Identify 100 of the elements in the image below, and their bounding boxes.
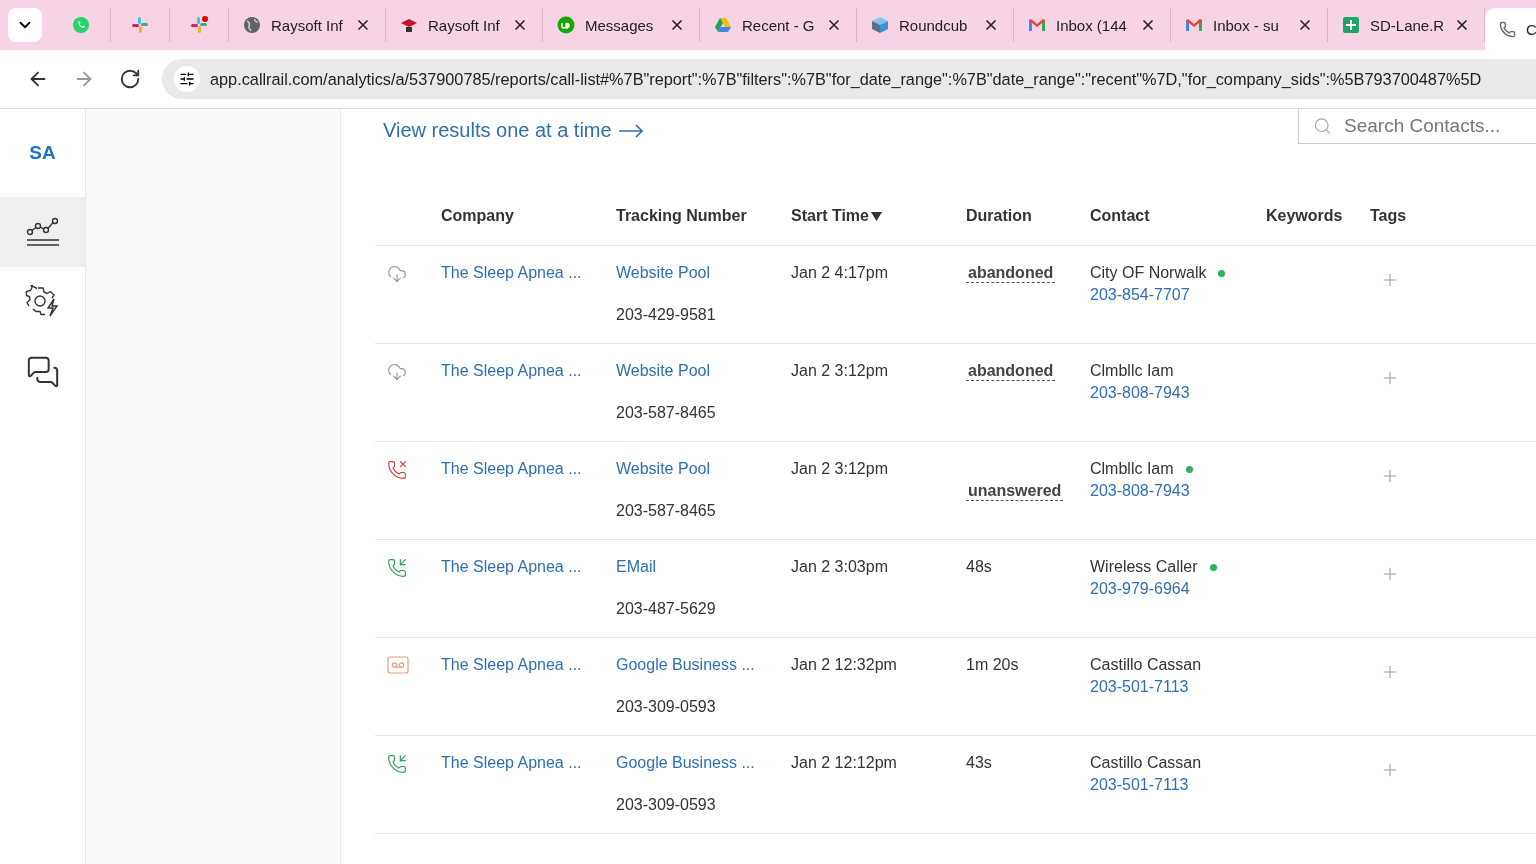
globe-icon: [243, 16, 261, 34]
missed-call-icon: [387, 460, 407, 480]
search-field[interactable]: Search Contacts...: [1342, 114, 1536, 138]
view-results-link[interactable]: View results one at a time: [383, 119, 644, 142]
cloud-download-icon: [387, 264, 407, 284]
column-header[interactable]: Contact: [1090, 207, 1150, 225]
start-time: Jan 2 3:03pm: [791, 558, 888, 576]
sort-down-icon: [870, 211, 882, 221]
tab-title: Recent - G: [742, 16, 816, 34]
close-icon[interactable]: [669, 17, 685, 33]
start-time: Jan 2 12:12pm: [791, 754, 897, 772]
close-icon[interactable]: [1454, 17, 1470, 33]
tab-title: Raysoft Inf: [271, 16, 344, 34]
browser-tab[interactable]: Raysoft Inf: [386, 8, 543, 42]
cloud-download-icon: [387, 362, 407, 382]
tab-search-button[interactable]: [8, 8, 42, 42]
tracking-number: 203-309-0593: [616, 698, 716, 716]
contact-name: Wireless Caller: [1090, 558, 1198, 576]
column-header[interactable]: Company: [441, 207, 514, 225]
tab-title: C: [1526, 20, 1536, 38]
column-header[interactable]: Start Time: [791, 207, 882, 225]
tab-title: SD-Lane.R: [1370, 16, 1444, 34]
cap-icon: [400, 16, 418, 34]
duration: 43s: [966, 754, 992, 772]
voicemail-icon: [387, 656, 409, 674]
gear-bolt-icon: [24, 285, 61, 319]
contact-name: Castillo Cassan: [1090, 656, 1202, 674]
chat-icon: [25, 355, 60, 389]
source-link[interactable]: Website Pool: [616, 362, 710, 380]
start-time: Jan 2 3:12pm: [791, 460, 888, 478]
source-link[interactable]: Website Pool: [616, 264, 710, 282]
tab-title: Inbox - su: [1213, 16, 1280, 34]
close-icon[interactable]: [826, 17, 842, 33]
browser-tab[interactable]: Messages: [543, 8, 700, 42]
duration: 48s: [966, 558, 992, 576]
address-bar[interactable]: app.callrail.com/analytics/a/537900785/reports/call-list#%7B"report":%7B"filters":%7B"for_date_range":%7B"date_range":"recent"%7D,"for_company_sids":%5B793700487%5D: [162, 59, 1536, 99]
triangle-logo-icon: [714, 16, 732, 34]
column-header[interactable]: Tracking Number: [616, 207, 747, 225]
contact-name: Clmbllc Iam: [1090, 460, 1174, 478]
column-header[interactable]: Keywords: [1266, 207, 1343, 225]
company-link[interactable]: The Sleep Apnea ...: [441, 460, 582, 478]
call-status: abandoned: [966, 264, 1056, 283]
contact-name: Clmbllc Iam: [1090, 362, 1174, 380]
company-link[interactable]: The Sleep Apnea ...: [441, 558, 582, 576]
browser-tab[interactable]: Inbox (144: [1014, 8, 1171, 42]
contact-phone-link[interactable]: 203-979-6964: [1090, 580, 1190, 598]
pinwheel-icon: [131, 16, 149, 34]
contact-phone-link[interactable]: 203-808-7943: [1090, 384, 1190, 402]
close-icon[interactable]: [512, 17, 528, 33]
site-settings-icon[interactable]: [174, 66, 200, 92]
close-icon[interactable]: [355, 17, 371, 33]
start-time: Jan 2 4:17pm: [791, 264, 888, 282]
chat-bubble-icon: [72, 16, 90, 34]
column-header[interactable]: Duration: [966, 207, 1032, 225]
browser-tab[interactable]: C: [1485, 8, 1536, 50]
incoming-call-icon: [387, 754, 407, 774]
contact-phone-link[interactable]: 203-501-7113: [1090, 678, 1189, 696]
contact-phone-link[interactable]: 203-854-7707: [1090, 286, 1190, 304]
close-icon[interactable]: [983, 17, 999, 33]
close-icon[interactable]: [1297, 17, 1313, 33]
tracking-number: 203-429-9581: [616, 306, 716, 324]
tracking-number: 203-487-5629: [616, 600, 716, 618]
pinwheel-icon: [190, 16, 208, 34]
contact-phone-link[interactable]: 203-501-7113: [1090, 776, 1189, 794]
duration: 1m 20s: [966, 656, 1019, 674]
source-link[interactable]: Website Pool: [616, 460, 710, 478]
browser-tab[interactable]: SD-Lane.R: [1328, 8, 1485, 42]
browser-tab[interactable]: Inbox - su: [1171, 8, 1328, 42]
contact-name: Castillo Cassan: [1090, 754, 1202, 772]
close-icon[interactable]: [1140, 17, 1156, 33]
phone-icon: [1499, 20, 1516, 38]
spreadsheet-icon: [1342, 16, 1360, 34]
url-text: app.callrail.com/analytics/a/537900785/reports/call-list#%7B"report":%7B"filters":%7B"for_date_range":%7B"date_range":"recent"%7D,"for_company_sids":%5B793700487%5D: [210, 69, 1482, 89]
contact-phone-link[interactable]: 203-808-7943: [1090, 482, 1190, 500]
circle-logo-icon: [557, 16, 575, 34]
arrow-right-icon: [617, 123, 644, 138]
browser-tab[interactable]: Recent - G: [700, 8, 857, 42]
company-link[interactable]: The Sleep Apnea ...: [441, 362, 582, 380]
source-link[interactable]: EMail: [616, 558, 656, 576]
source-link[interactable]: Google Business ...: [616, 754, 755, 772]
company-link[interactable]: The Sleep Apnea ...: [441, 754, 582, 772]
company-link[interactable]: The Sleep Apnea ...: [441, 264, 582, 282]
browser-tab[interactable]: Roundcub: [857, 8, 1014, 42]
column-header[interactable]: Tags: [1370, 207, 1407, 225]
source-link[interactable]: Google Business ...: [616, 656, 755, 674]
mail-icon: [1185, 16, 1203, 34]
search-icon: [1313, 116, 1332, 136]
tracking-number: 203-587-8465: [616, 502, 716, 520]
incoming-call-icon: [387, 558, 407, 578]
tracking-number: 203-587-8465: [616, 404, 716, 422]
nav-item[interactable]: [0, 197, 85, 267]
tab-title: Roundcub: [899, 16, 969, 34]
start-time: Jan 2 3:12pm: [791, 362, 888, 380]
browser-tab[interactable]: Raysoft Inf: [229, 8, 386, 42]
tracking-number: 203-309-0593: [616, 796, 716, 814]
call-status: abandoned: [966, 362, 1056, 381]
tab-title: Raysoft Inf: [428, 16, 501, 34]
contact-name: City OF Norwalk: [1090, 264, 1207, 282]
company-link[interactable]: The Sleep Apnea ...: [441, 656, 582, 674]
account-initials[interactable]: SA: [0, 109, 85, 197]
